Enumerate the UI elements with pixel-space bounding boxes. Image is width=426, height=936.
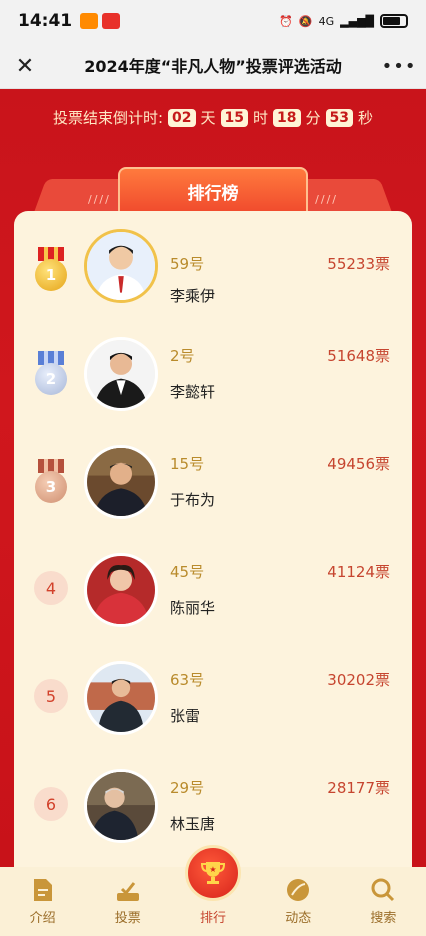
nav-label: 搜索	[370, 911, 397, 926]
vote-count: 28177票	[327, 779, 390, 797]
avatar[interactable]	[84, 445, 158, 519]
nav-label: 投票	[114, 911, 141, 926]
svg-text:★: ★	[209, 865, 216, 874]
close-icon[interactable]: ✕	[12, 53, 38, 79]
candidate-name: 陈丽华	[170, 599, 216, 617]
seconds-unit: 秒	[358, 109, 374, 127]
gold-medal-icon: 1	[34, 247, 68, 297]
ranking-item[interactable]: 4 45号 陈丽华 41124票	[14, 545, 412, 653]
vote-count: 49456票	[327, 455, 390, 473]
nav-item-ranking[interactable]: ★ 排行	[170, 845, 255, 936]
ranking-list[interactable]: 1 59号 李乘伊 55233票 2 2号 李懿轩 51648票 3 15号 于…	[14, 211, 412, 867]
candidate-name: 林玉唐	[170, 815, 216, 833]
avatar[interactable]	[84, 661, 158, 735]
rank-number: 5	[34, 679, 68, 713]
candidate-name: 李乘伊	[170, 287, 216, 305]
status-bar: 14:41 ⏰ 🔕 4G ▂▄▆█	[0, 0, 426, 42]
avatar[interactable]	[84, 769, 158, 843]
vote-count: 55233票	[327, 255, 390, 273]
app-notification-icon	[80, 13, 99, 29]
candidate-name: 张雷	[170, 707, 201, 725]
countdown-days: 02	[168, 108, 196, 127]
nav-label: 介绍	[29, 911, 56, 926]
bottom-nav: 介绍 投票 ★ 排行 动态 搜索	[0, 845, 426, 936]
wing-marks-left: ////	[88, 193, 111, 206]
countdown-seconds: 53	[325, 108, 354, 127]
leaf-icon	[285, 877, 311, 903]
main-content[interactable]: 投票结束倒计时: 02 天 15 时 18 分 53 秒 //// //// 排…	[0, 89, 426, 867]
more-icon[interactable]: •••	[382, 53, 416, 79]
countdown-label: 投票结束倒计时:	[52, 109, 164, 127]
vote-count: 41124票	[327, 563, 390, 581]
candidate-number: 59号	[170, 255, 205, 273]
nav-item-intro[interactable]: 介绍	[0, 867, 85, 936]
avatar[interactable]	[84, 337, 158, 411]
ballot-icon	[115, 877, 141, 903]
page-title: 2024年度“非凡人物”投票评选活动	[84, 57, 342, 76]
candidate-number: 15号	[170, 455, 205, 473]
tab-ranking-label: 排行榜	[187, 183, 239, 204]
candidate-number: 45号	[170, 563, 205, 581]
candidate-number: 63号	[170, 671, 205, 689]
trophy-icon: ★	[185, 845, 241, 901]
alarm-icon: ⏰	[279, 14, 293, 28]
medal-rank: 1	[35, 259, 67, 291]
avatar[interactable]	[84, 553, 158, 627]
silver-medal-icon: 2	[34, 351, 68, 401]
search-icon	[370, 877, 396, 903]
candidate-name: 于布为	[170, 491, 216, 509]
minutes-unit: 分	[305, 109, 321, 127]
countdown: 投票结束倒计时: 02 天 15 时 18 分 53 秒	[0, 107, 426, 128]
bronze-medal-icon: 3	[34, 459, 68, 509]
battery-icon	[380, 14, 408, 28]
ranking-item[interactable]: 1 59号 李乘伊 55233票	[14, 221, 412, 329]
candidate-number: 29号	[170, 779, 205, 797]
ranking-item[interactable]: 5 63号 张雷 30202票	[14, 653, 412, 761]
nav-item-search[interactable]: 搜索	[341, 867, 426, 936]
rank-number: 6	[34, 787, 68, 821]
nav-label: 排行	[200, 911, 227, 926]
signal-icon: ▂▄▆█	[340, 14, 374, 28]
title-bar: ✕ 2024年度“非凡人物”投票评选活动 •••	[0, 42, 426, 89]
app-notification-icon	[102, 13, 121, 29]
wing-marks-right: ////	[315, 193, 338, 206]
ranking-item[interactable]: 2 2号 李懿轩 51648票	[14, 329, 412, 437]
vote-count: 30202票	[327, 671, 390, 689]
document-icon	[30, 877, 56, 903]
medal-rank: 2	[35, 363, 67, 395]
nav-label: 动态	[285, 911, 312, 926]
tab-ranking[interactable]: 排行榜	[118, 167, 308, 213]
nav-item-vote[interactable]: 投票	[85, 867, 170, 936]
status-indicators: ⏰ 🔕 4G ▂▄▆█	[279, 14, 408, 28]
ranking-tab-header: //// //// 排行榜	[0, 167, 426, 213]
mute-icon: 🔕	[298, 14, 313, 28]
hours-unit: 时	[253, 109, 269, 127]
medal-rank: 3	[35, 471, 67, 503]
candidate-name: 李懿轩	[170, 383, 216, 401]
nav-item-news[interactable]: 动态	[256, 867, 341, 936]
rank-number: 4	[34, 571, 68, 605]
status-time: 14:41	[18, 11, 73, 31]
network-label: 4G	[318, 14, 335, 28]
ranking-item[interactable]: 3 15号 于布为 49456票	[14, 437, 412, 545]
countdown-minutes: 18	[273, 108, 301, 127]
days-unit: 天	[200, 109, 216, 127]
candidate-number: 2号	[170, 347, 195, 365]
status-notification-icons	[80, 13, 121, 29]
vote-count: 51648票	[327, 347, 390, 365]
countdown-hours: 15	[220, 108, 249, 127]
avatar[interactable]	[84, 229, 158, 303]
